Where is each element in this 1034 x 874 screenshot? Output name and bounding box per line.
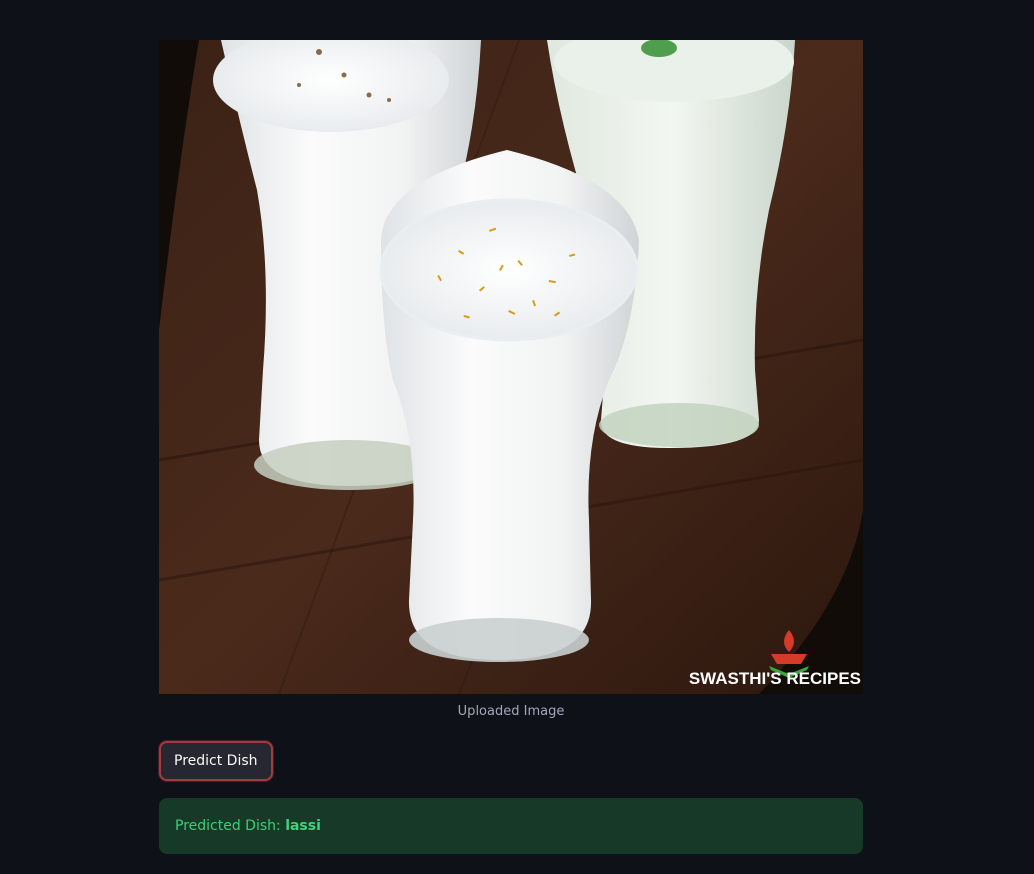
predict-dish-button[interactable]: Predict Dish [159,741,273,781]
prediction-result-alert: Predicted Dish: lassi [159,798,863,854]
uploaded-image: SWASTHI'S RECIPES [159,40,863,694]
prediction-label: Predicted Dish: [175,818,286,834]
prediction-value: lassi [285,818,321,834]
watermark-text: SWASTHI'S RECIPES [689,669,861,688]
app-main: SWASTHI'S RECIPES Uploaded Image Predict… [0,0,1034,874]
image-caption: Uploaded Image [457,704,565,719]
